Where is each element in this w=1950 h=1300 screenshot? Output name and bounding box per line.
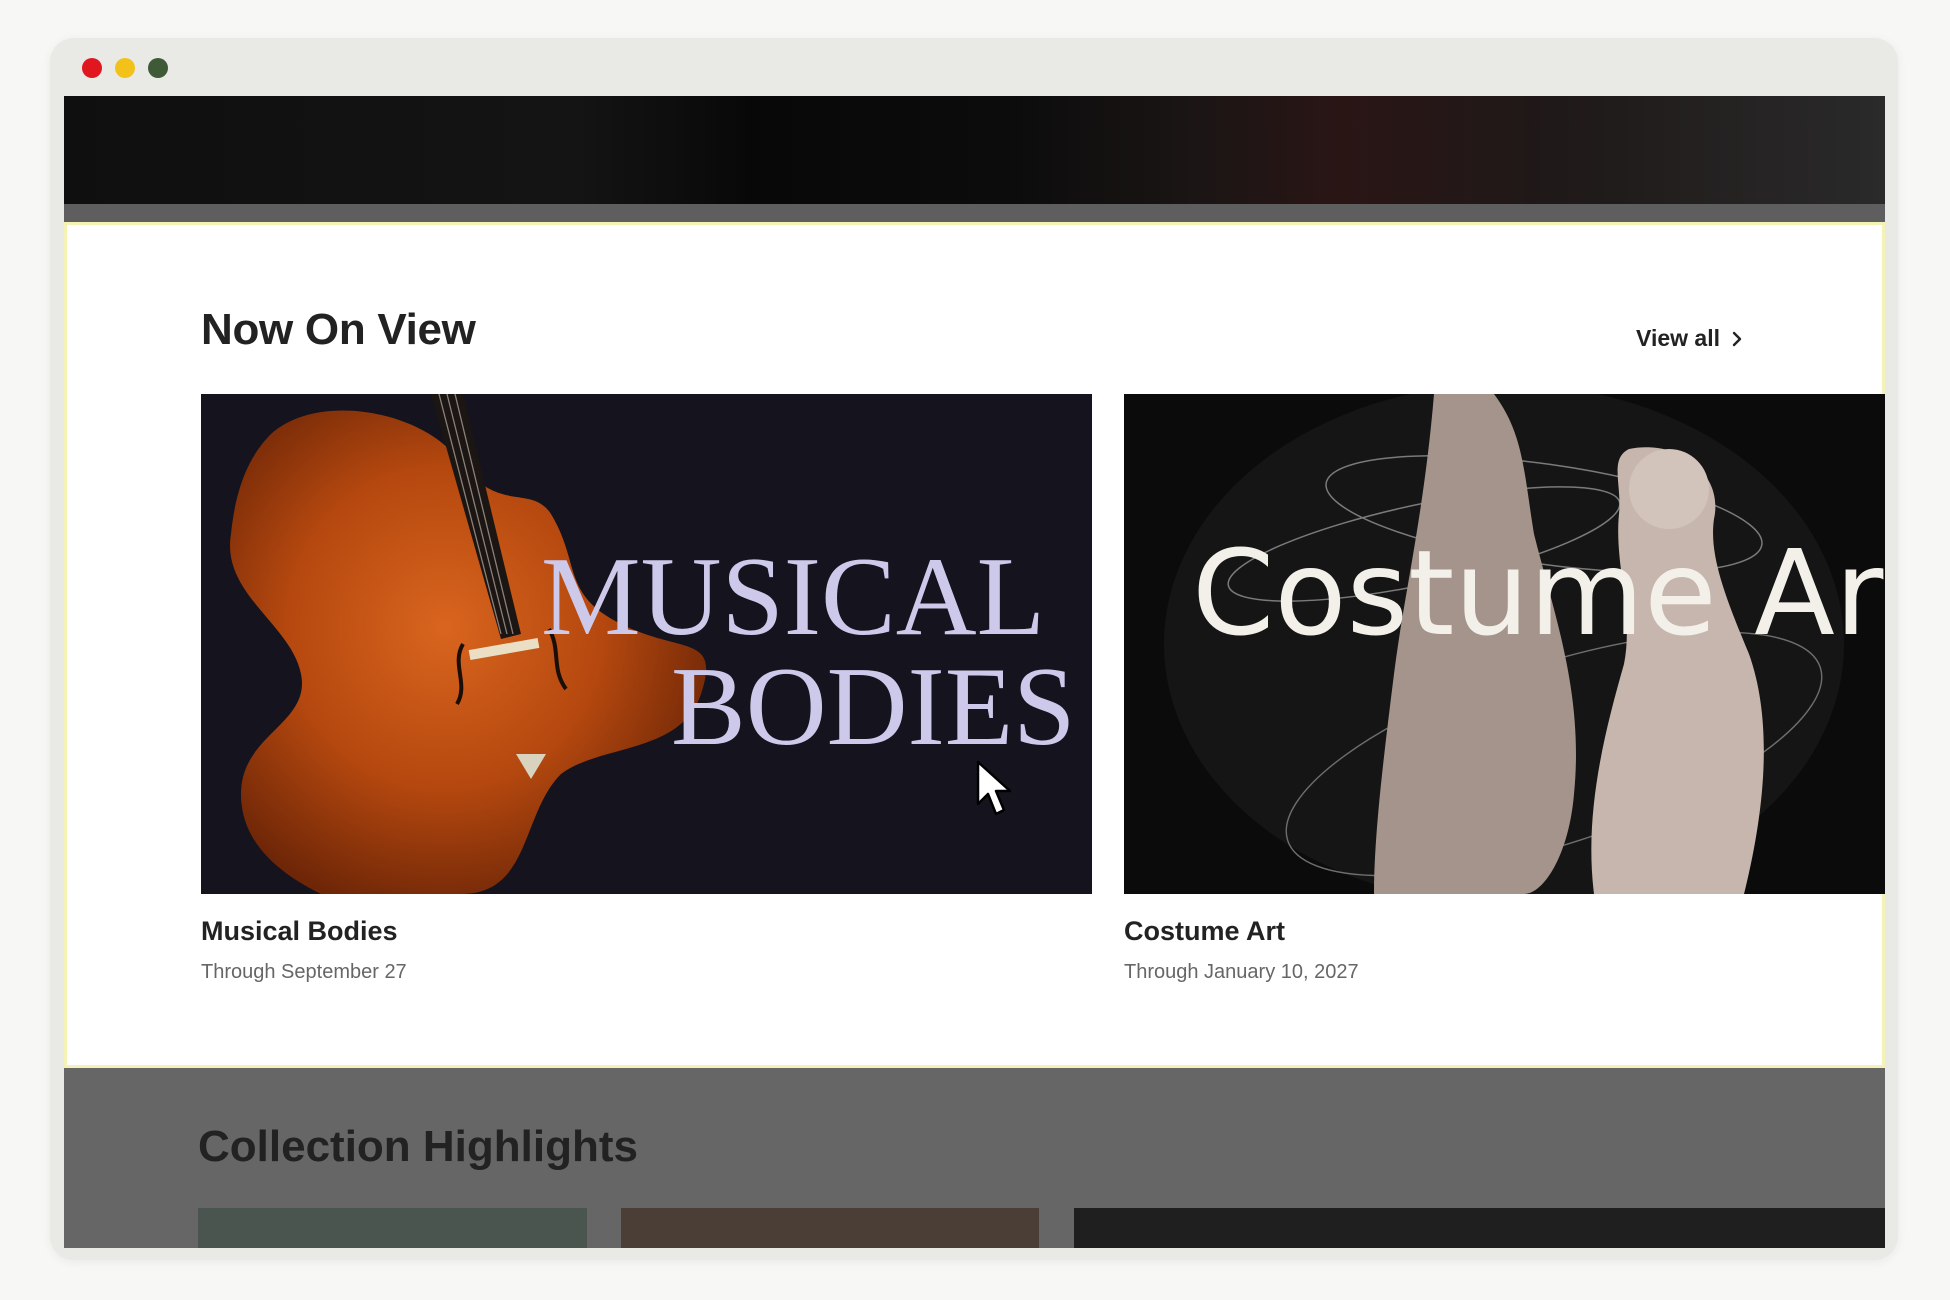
card-date: Through January 10, 2027 <box>1124 961 1359 983</box>
highlight-tile[interactable] <box>198 1208 587 1248</box>
highlight-tile[interactable] <box>1074 1208 1885 1248</box>
card-date: Through September 27 <box>201 961 407 983</box>
costume-art-image-text: Costume Art <box>1192 524 1885 662</box>
minimize-window-button[interactable] <box>115 58 135 78</box>
statues-illustration: Costume Art <box>1164 394 1885 894</box>
musical-bodies-image[interactable]: MUSICAL BODIES <box>201 394 1092 894</box>
now-on-view-section: Now On View View all MUSICAL BODIES Musi… <box>64 222 1885 1068</box>
highlight-tile[interactable] <box>621 1208 1039 1248</box>
view-all-label: View all <box>1636 325 1720 351</box>
exhibition-card-musical-bodies[interactable]: MUSICAL BODIES Musical Bodies Through Se… <box>201 394 1092 984</box>
mouse-cursor-icon <box>976 760 1012 816</box>
collection-highlights-heading: Collection Highlights <box>198 1122 638 1171</box>
musical-image-text-2: BODIES <box>671 645 1075 769</box>
close-window-button[interactable] <box>82 58 102 78</box>
chevron-right-icon <box>1732 331 1742 346</box>
zoom-window-button[interactable] <box>148 58 168 78</box>
card-title[interactable]: Costume Art <box>1124 916 1885 947</box>
card-title[interactable]: Musical Bodies <box>201 916 1092 947</box>
page-viewport: Now On View View all MUSICAL BODIES Musi… <box>64 96 1885 1248</box>
view-all-link[interactable]: View all <box>1636 325 1744 352</box>
browser-window: Now On View View all MUSICAL BODIES Musi… <box>50 38 1898 1260</box>
musical-image-text-1: MUSICAL <box>541 535 1045 659</box>
now-on-view-heading: Now On View <box>201 305 476 354</box>
hero-image-strip <box>64 96 1885 204</box>
hero-divider <box>64 204 1885 222</box>
collection-highlights-section: Collection Highlights <box>64 1068 1885 1248</box>
window-controls <box>82 58 168 78</box>
exhibition-card-costume-art[interactable]: Costume Art Costume Art Through January … <box>1124 394 1885 984</box>
cello-illustration: MUSICAL BODIES <box>230 394 1075 894</box>
costume-art-image[interactable]: Costume Art <box>1124 394 1885 894</box>
